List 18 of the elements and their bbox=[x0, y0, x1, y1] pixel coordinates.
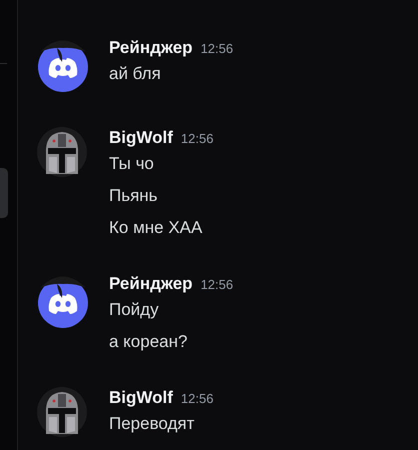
helmet-avatar[interactable] bbox=[37, 127, 87, 177]
scroll-handle[interactable] bbox=[0, 168, 8, 218]
username[interactable]: Рейнджер bbox=[109, 273, 193, 295]
username[interactable]: BigWolf bbox=[109, 127, 173, 149]
message-text: Ко мне ХАА bbox=[109, 217, 204, 239]
timestamp: 12:56 bbox=[200, 40, 234, 58]
username[interactable]: BigWolf bbox=[109, 387, 173, 409]
message-text: а кореан? bbox=[109, 331, 188, 353]
timestamp: 12:56 bbox=[180, 130, 214, 148]
message-text: Пьянь bbox=[109, 185, 159, 207]
message-text: Переводят bbox=[109, 413, 196, 435]
message-text: ай бля bbox=[109, 63, 162, 85]
helmet-avatar[interactable] bbox=[37, 387, 87, 437]
message-text: Пойду bbox=[109, 299, 160, 321]
timestamp: 12:56 bbox=[200, 276, 234, 294]
message-text: Ты чо bbox=[109, 153, 155, 175]
username[interactable]: Рейнджер bbox=[109, 37, 193, 59]
timestamp: 12:56 bbox=[180, 390, 214, 408]
